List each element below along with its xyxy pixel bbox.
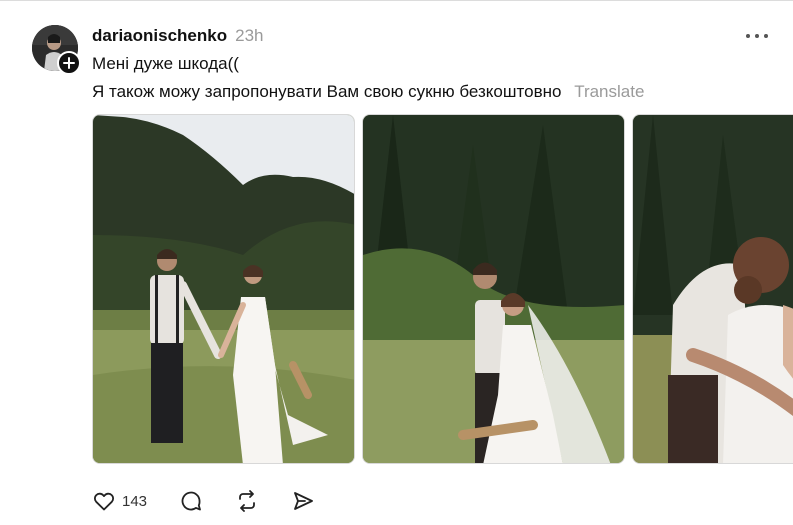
more-horizontal-icon [746, 34, 768, 38]
send-icon [294, 492, 313, 510]
thread-post: dariaonischenko 23h Мені дуже шкода(( Я … [0, 0, 793, 525]
plus-icon [63, 57, 75, 69]
username-link[interactable]: dariaonischenko [92, 26, 227, 46]
repost-button[interactable] [235, 487, 291, 515]
avatar-container[interactable] [32, 25, 81, 75]
image-carousel[interactable] [92, 114, 793, 464]
post-image[interactable] [92, 114, 355, 464]
like-count: 143 [122, 492, 148, 510]
post-text-line: Я також можу запропонувати Вам свою сукн… [92, 82, 644, 102]
post-text: Мені дуже шкода(( [92, 54, 239, 73]
like-button[interactable]: 143 [92, 487, 179, 515]
comment-button[interactable] [179, 487, 235, 515]
follow-button[interactable] [57, 51, 81, 75]
more-options-button[interactable] [742, 25, 772, 47]
post-text-line: Мені дуже шкода(( [92, 54, 239, 74]
action-bar: 143 [92, 487, 347, 515]
post-header: dariaonischenko 23h [92, 25, 263, 47]
comment-icon [181, 491, 201, 511]
post-image[interactable] [632, 114, 793, 464]
post-image[interactable] [362, 114, 625, 464]
share-button[interactable] [291, 487, 347, 515]
post-timestamp[interactable]: 23h [235, 26, 263, 46]
post-text: Я також можу запропонувати Вам свою сукн… [92, 82, 562, 101]
repost-icon [239, 490, 255, 512]
heart-icon [94, 492, 114, 511]
translate-link[interactable]: Translate [574, 82, 644, 101]
